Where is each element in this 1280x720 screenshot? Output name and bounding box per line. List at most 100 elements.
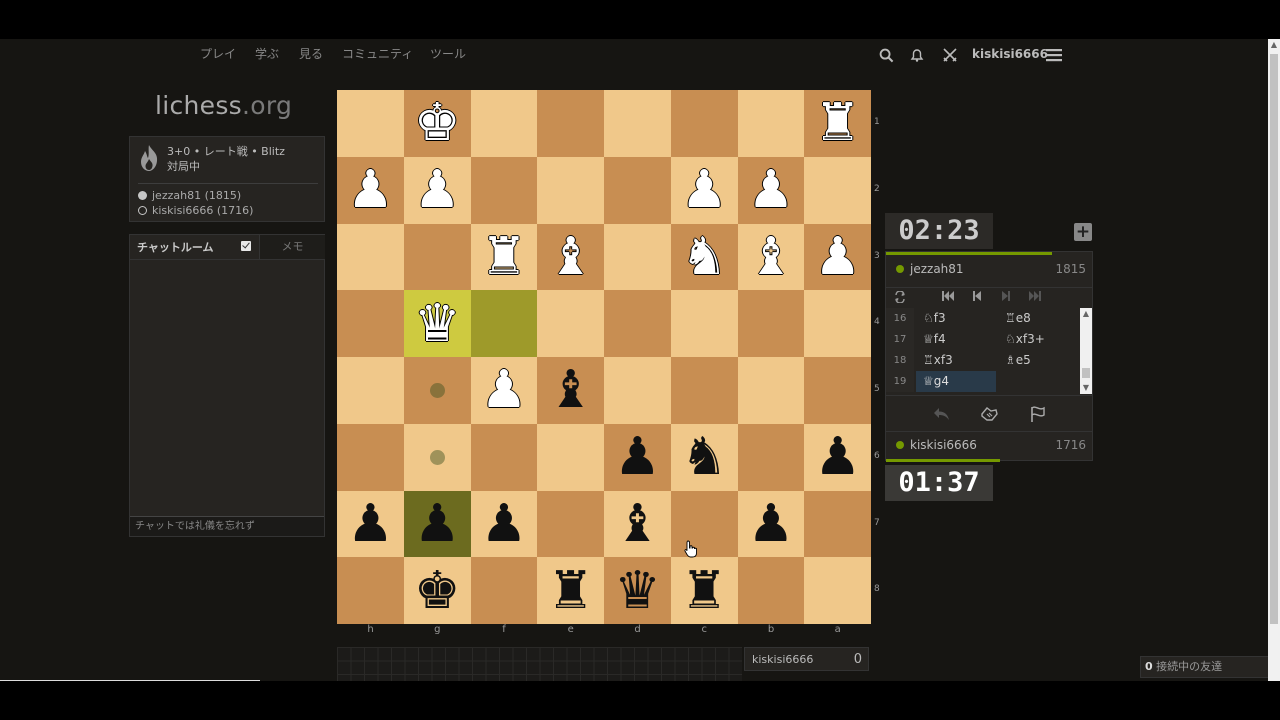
nav-watch[interactable]: 見る bbox=[299, 45, 323, 62]
square-a5[interactable] bbox=[804, 357, 871, 424]
white-player-link[interactable]: jezzah81 (1815) bbox=[152, 189, 241, 202]
square-g3[interactable] bbox=[403, 223, 471, 291]
black-rook-piece[interactable]: ♜ bbox=[681, 565, 728, 617]
square-h7[interactable]: ♟ bbox=[337, 490, 404, 558]
white-pawn-piece[interactable]: ♟ bbox=[814, 231, 861, 283]
square-b2[interactable]: ♟ bbox=[737, 156, 805, 224]
bell-icon[interactable] bbox=[907, 45, 927, 65]
white-move[interactable]: ♖xf3 bbox=[923, 350, 953, 371]
black-rook-piece[interactable]: ♜ bbox=[547, 565, 594, 617]
first-move-icon[interactable] bbox=[942, 291, 954, 304]
square-h4[interactable] bbox=[337, 290, 404, 357]
square-a1[interactable]: ♜ bbox=[804, 90, 871, 157]
square-d3[interactable] bbox=[604, 223, 671, 291]
black-pawn-piece[interactable]: ♟ bbox=[414, 498, 461, 550]
white-rook-piece[interactable]: ♜ bbox=[481, 231, 528, 283]
black-move[interactable]: ♘xf3+ bbox=[1005, 329, 1045, 350]
black-move[interactable]: ♗e5 bbox=[1005, 350, 1031, 371]
tab-notes[interactable]: メモ bbox=[259, 235, 325, 259]
square-h2[interactable]: ♟ bbox=[337, 156, 404, 224]
square-e1[interactable] bbox=[537, 90, 604, 157]
white-rook-piece[interactable]: ♜ bbox=[814, 97, 861, 149]
white-queen-piece[interactable]: ♛ bbox=[414, 298, 461, 350]
square-h6[interactable] bbox=[337, 423, 404, 491]
square-a6[interactable]: ♟ bbox=[804, 423, 871, 491]
square-d2[interactable] bbox=[604, 156, 671, 224]
square-a8[interactable] bbox=[804, 557, 871, 624]
white-bishop-piece[interactable]: ♝ bbox=[547, 231, 594, 283]
square-b4[interactable] bbox=[737, 290, 805, 357]
legal-move-dot[interactable] bbox=[429, 449, 445, 465]
square-a4[interactable] bbox=[804, 290, 871, 357]
chat-toggle-checkbox[interactable] bbox=[241, 241, 251, 251]
black-move[interactable]: ♖e8 bbox=[1005, 308, 1031, 329]
next-move-icon[interactable] bbox=[1002, 291, 1010, 304]
square-b5[interactable] bbox=[737, 357, 805, 424]
scroll-thumb[interactable] bbox=[1082, 368, 1090, 378]
current-move[interactable]: ♕g4 bbox=[916, 371, 996, 392]
swords-icon[interactable] bbox=[940, 45, 960, 65]
opponent-name[interactable]: jezzah81 bbox=[896, 262, 964, 276]
white-pawn-piece[interactable]: ♟ bbox=[748, 164, 795, 216]
player-username[interactable]: kiskisi6666 bbox=[910, 438, 977, 452]
flip-board-icon[interactable] bbox=[894, 290, 906, 306]
square-e2[interactable] bbox=[537, 156, 604, 224]
square-c5[interactable] bbox=[670, 357, 738, 424]
hamburger-icon[interactable] bbox=[1044, 45, 1064, 65]
square-e7[interactable] bbox=[537, 490, 604, 558]
site-logo[interactable]: lichess.org bbox=[155, 91, 292, 120]
scroll-down-icon[interactable]: ▼ bbox=[1080, 382, 1092, 394]
black-pawn-piece[interactable]: ♟ bbox=[814, 431, 861, 483]
score-player[interactable]: kiskisi6666 bbox=[752, 653, 813, 666]
square-f6[interactable] bbox=[470, 423, 538, 491]
square-b8[interactable] bbox=[737, 557, 805, 624]
nav-tools[interactable]: ツール bbox=[430, 45, 466, 62]
square-c8[interactable]: ♜ bbox=[670, 557, 738, 624]
last-move-icon[interactable] bbox=[1029, 291, 1041, 304]
square-h5[interactable] bbox=[337, 357, 404, 424]
square-h1[interactable] bbox=[337, 90, 404, 157]
tab-chat-room[interactable]: チャットルーム bbox=[137, 239, 214, 255]
white-knight-piece[interactable]: ♞ bbox=[681, 231, 728, 283]
square-e6[interactable] bbox=[537, 423, 604, 491]
legal-move-dot[interactable] bbox=[429, 382, 445, 398]
square-e3[interactable]: ♝ bbox=[537, 223, 604, 291]
square-f3[interactable]: ♜ bbox=[470, 223, 538, 291]
white-king-piece[interactable]: ♚ bbox=[414, 97, 461, 149]
page-scroll-up-icon[interactable]: ▲ bbox=[1268, 39, 1280, 51]
chat-input[interactable]: チャットでは礼儀を忘れず bbox=[130, 516, 324, 536]
square-c4[interactable] bbox=[670, 290, 738, 357]
square-b1[interactable] bbox=[737, 90, 805, 157]
user-menu[interactable]: kiskisi6666 bbox=[972, 47, 1048, 61]
prev-move-icon[interactable] bbox=[973, 291, 981, 304]
square-g2[interactable]: ♟ bbox=[403, 156, 471, 224]
white-pawn-piece[interactable]: ♟ bbox=[414, 164, 461, 216]
black-knight-piece[interactable]: ♞ bbox=[681, 431, 728, 483]
square-h8[interactable] bbox=[337, 557, 404, 624]
nav-learn[interactable]: 学ぶ bbox=[255, 45, 279, 62]
square-f5[interactable]: ♟ bbox=[470, 357, 538, 424]
square-c3[interactable]: ♞ bbox=[670, 223, 738, 291]
square-g1[interactable]: ♚ bbox=[403, 90, 471, 157]
square-d8[interactable]: ♛ bbox=[604, 557, 671, 624]
square-b6[interactable] bbox=[737, 423, 805, 491]
white-player-row[interactable]: jezzah81 (1815) bbox=[138, 189, 241, 202]
black-king-piece[interactable]: ♚ bbox=[414, 565, 461, 617]
black-player-link[interactable]: kiskisi6666 (1716) bbox=[152, 204, 253, 217]
player-name[interactable]: kiskisi6666 bbox=[896, 438, 977, 452]
scroll-up-icon[interactable]: ▲ bbox=[1080, 308, 1092, 320]
square-e8[interactable]: ♜ bbox=[537, 557, 604, 624]
square-a7[interactable] bbox=[804, 490, 871, 558]
square-d4[interactable] bbox=[604, 290, 671, 357]
black-pawn-piece[interactable]: ♟ bbox=[347, 498, 394, 550]
black-bishop-piece[interactable]: ♝ bbox=[547, 364, 594, 416]
square-d1[interactable] bbox=[604, 90, 671, 157]
square-b3[interactable]: ♝ bbox=[737, 223, 805, 291]
square-c7[interactable] bbox=[670, 490, 738, 558]
black-pawn-piece[interactable]: ♟ bbox=[614, 431, 661, 483]
black-player-row[interactable]: kiskisi6666 (1716) bbox=[138, 204, 253, 217]
square-f8[interactable] bbox=[470, 557, 538, 624]
square-a2[interactable] bbox=[804, 156, 871, 224]
square-c1[interactable] bbox=[670, 90, 738, 157]
white-pawn-piece[interactable]: ♟ bbox=[681, 164, 728, 216]
